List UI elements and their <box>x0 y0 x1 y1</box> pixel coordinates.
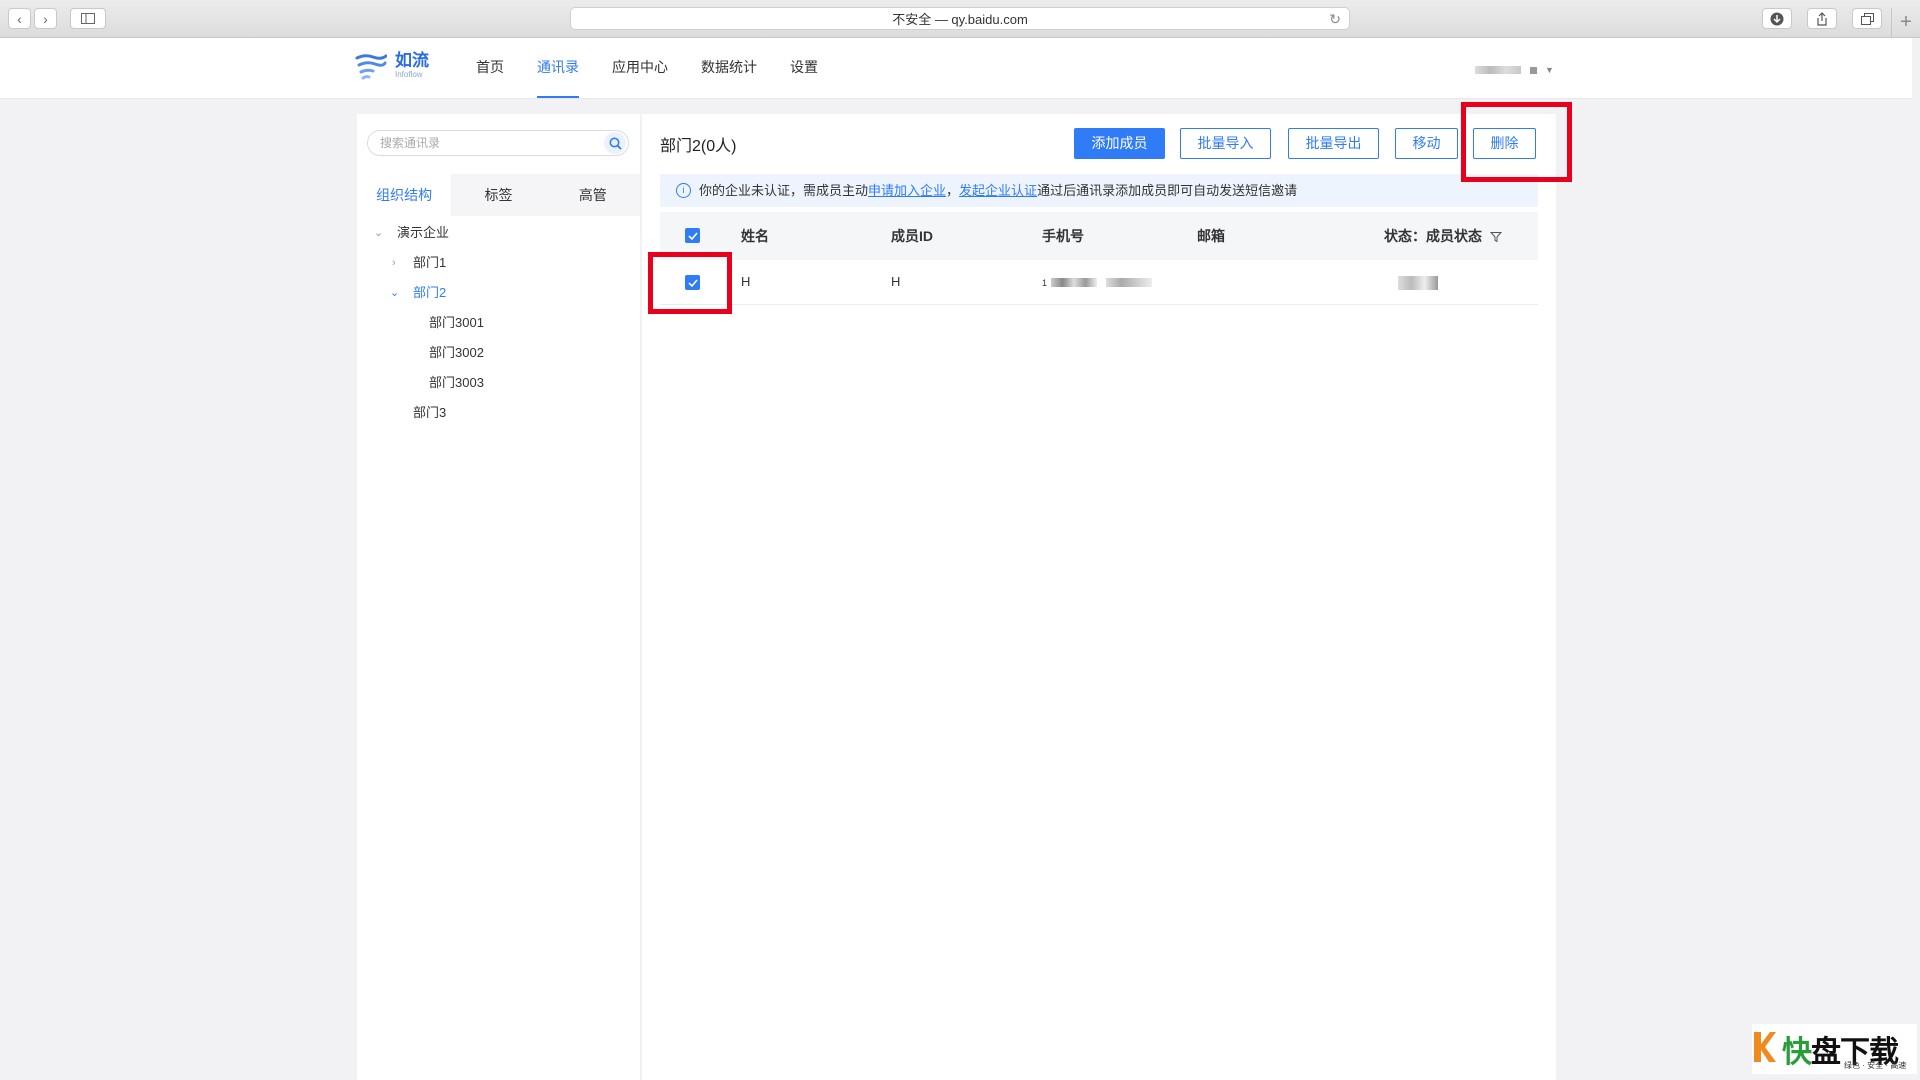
header-phone: 手机号 <box>1042 228 1084 244</box>
phone-blurred <box>1050 278 1097 288</box>
reload-icon[interactable]: ↻ <box>1329 8 1341 31</box>
nav-home[interactable]: 首页 <box>476 38 504 98</box>
site-watermark: 快盘下载 绿色 · 安全 · 高速 <box>1752 1024 1917 1074</box>
cell-member-id: H <box>891 274 901 289</box>
check-icon <box>687 278 698 287</box>
header-name: 姓名 <box>741 228 769 244</box>
logo-name: 如流 <box>395 51 429 70</box>
tree-item-label: 部门3002 <box>429 345 484 360</box>
cell-name: H <box>741 274 751 289</box>
nav-settings[interactable]: 设置 <box>790 38 818 98</box>
nav-contacts[interactable]: 通讯录 <box>537 38 579 98</box>
cell-status <box>1398 260 1438 304</box>
contacts-sidebar: 组织结构 标签 高管 ⌄ 演示企业 › 部门1 ⌄ 部门2 部门3001 部门3… <box>357 114 640 1080</box>
logo-subtitle: Infoflow <box>395 70 423 79</box>
k-logo-icon <box>1754 1032 1776 1062</box>
select-all-checkbox[interactable] <box>685 228 700 243</box>
infoflow-logo-icon <box>355 54 387 80</box>
table-row[interactable]: H H 1 <box>660 260 1538 305</box>
sidebar-icon <box>81 13 95 24</box>
browser-toolbar: ‹ › 不安全 — qy.baidu.com ↻ + <box>0 0 1920 38</box>
notice-separator: ， <box>946 183 960 198</box>
sidebar-tabs: 组织结构 标签 高管 <box>357 174 640 216</box>
phone-prefix: 1 <box>1042 278 1048 288</box>
tree-item-dept1[interactable]: › 部门1 <box>357 248 640 278</box>
tree-item-label: 演示企业 <box>397 225 450 240</box>
share-button[interactable] <box>1807 8 1837 29</box>
app-logo[interactable]: 如流 Infoflow <box>355 52 429 80</box>
phone-blurred-2 <box>1106 278 1153 288</box>
download-icon <box>1770 12 1784 25</box>
header-status-label: 状态：成员状态 <box>1384 228 1482 244</box>
main-nav: 首页 通讯录 应用中心 数据统计 设置 <box>476 38 851 98</box>
delete-button[interactable]: 删除 <box>1473 128 1536 159</box>
batch-import-button[interactable]: 批量导入 <box>1180 128 1271 159</box>
member-table: 姓名 成员ID 手机号 邮箱 状态：成员状态 H H 1 <box>660 212 1538 305</box>
status-blurred <box>1398 275 1438 290</box>
cell-phone: 1 <box>1042 260 1153 305</box>
address-bar[interactable]: 不安全 — qy.baidu.com ↻ <box>570 7 1350 30</box>
forward-button[interactable]: › <box>34 8 57 29</box>
tree-item-dept3[interactable]: 部门3 <box>357 398 640 428</box>
watermark-slogan: 绿色 · 安全 · 高速 <box>1844 1061 1907 1070</box>
chevron-down-icon: ⌄ <box>374 227 384 239</box>
user-name-blurred <box>1475 66 1521 74</box>
org-tree: ⌄ 演示企业 › 部门1 ⌄ 部门2 部门3001 部门3002 部门3003 … <box>357 218 640 428</box>
apply-join-link[interactable]: 申请加入企业 <box>868 183 946 198</box>
start-verification-link[interactable]: 发起企业认证 <box>959 183 1037 198</box>
row-checkbox[interactable] <box>685 275 700 290</box>
chevron-down-icon: ⌄ <box>390 287 400 299</box>
app-header: 如流 Infoflow 首页 通讯录 应用中心 数据统计 设置 ▼ <box>0 38 1912 99</box>
user-menu[interactable]: ▼ <box>1475 65 1554 75</box>
search-input[interactable] <box>378 135 592 151</box>
tab-org-structure[interactable]: 组织结构 <box>357 174 452 216</box>
header-email: 邮箱 <box>1197 228 1225 244</box>
tab-executives[interactable]: 高管 <box>546 174 640 216</box>
tree-item-label: 部门3001 <box>429 315 484 330</box>
nav-app-center[interactable]: 应用中心 <box>612 38 668 98</box>
move-button[interactable]: 移动 <box>1395 128 1458 159</box>
chevron-down-icon: ▼ <box>1545 65 1554 75</box>
chevron-right-icon: › <box>392 257 396 269</box>
info-icon: i <box>676 183 691 199</box>
tree-item-company[interactable]: ⌄ 演示企业 <box>357 218 640 248</box>
search-icon[interactable] <box>604 132 626 154</box>
new-tab-icon[interactable]: + <box>1891 8 1920 37</box>
header-member-id: 成员ID <box>891 228 933 244</box>
user-avatar-blurred <box>1530 66 1537 74</box>
search-box <box>367 130 629 156</box>
sidebar-toggle-button[interactable] <box>70 8 106 29</box>
batch-export-button[interactable]: 批量导出 <box>1288 128 1379 159</box>
tree-item-dept3001[interactable]: 部门3001 <box>357 308 640 338</box>
header-status[interactable]: 状态：成员状态 <box>1384 212 1503 260</box>
add-member-button[interactable]: 添加成员 <box>1074 128 1165 159</box>
tabs-overview-button[interactable] <box>1852 8 1882 29</box>
downloads-button[interactable] <box>1762 8 1792 29</box>
check-icon <box>687 231 698 240</box>
tree-item-label: 部门1 <box>413 255 447 270</box>
notice-suffix: 通过后通讯录添加成员即可自动发送短信邀请 <box>1037 183 1298 198</box>
tree-item-label: 部门2 <box>413 285 447 300</box>
tab-tags[interactable]: 标签 <box>451 174 545 216</box>
nav-statistics[interactable]: 数据统计 <box>701 38 757 98</box>
member-panel: 部门2(0人) 添加成员 批量导入 批量导出 移动 删除 i 你的企业未认证，需成… <box>642 114 1556 1080</box>
tree-item-dept3003[interactable]: 部门3003 <box>357 368 640 398</box>
back-button[interactable]: ‹ <box>8 8 31 29</box>
table-header: 姓名 成员ID 手机号 邮箱 状态：成员状态 <box>660 212 1538 260</box>
tree-item-dept2[interactable]: ⌄ 部门2 <box>357 278 640 308</box>
tree-item-label: 部门3003 <box>429 375 484 390</box>
page-title: 部门2(0人) <box>660 138 737 155</box>
address-text: 不安全 — qy.baidu.com <box>892 12 1028 27</box>
share-icon <box>1817 11 1827 26</box>
notice-prefix: 你的企业未认证，需成员主动 <box>699 183 869 198</box>
tree-item-label: 部门3 <box>413 405 447 420</box>
filter-icon[interactable] <box>1489 231 1503 243</box>
verification-notice: i 你的企业未认证，需成员主动申请加入企业，发起企业认证通过后通讯录添加成员即可自… <box>660 174 1538 207</box>
tree-item-dept3002[interactable]: 部门3002 <box>357 338 640 368</box>
tabs-icon <box>1860 12 1874 25</box>
